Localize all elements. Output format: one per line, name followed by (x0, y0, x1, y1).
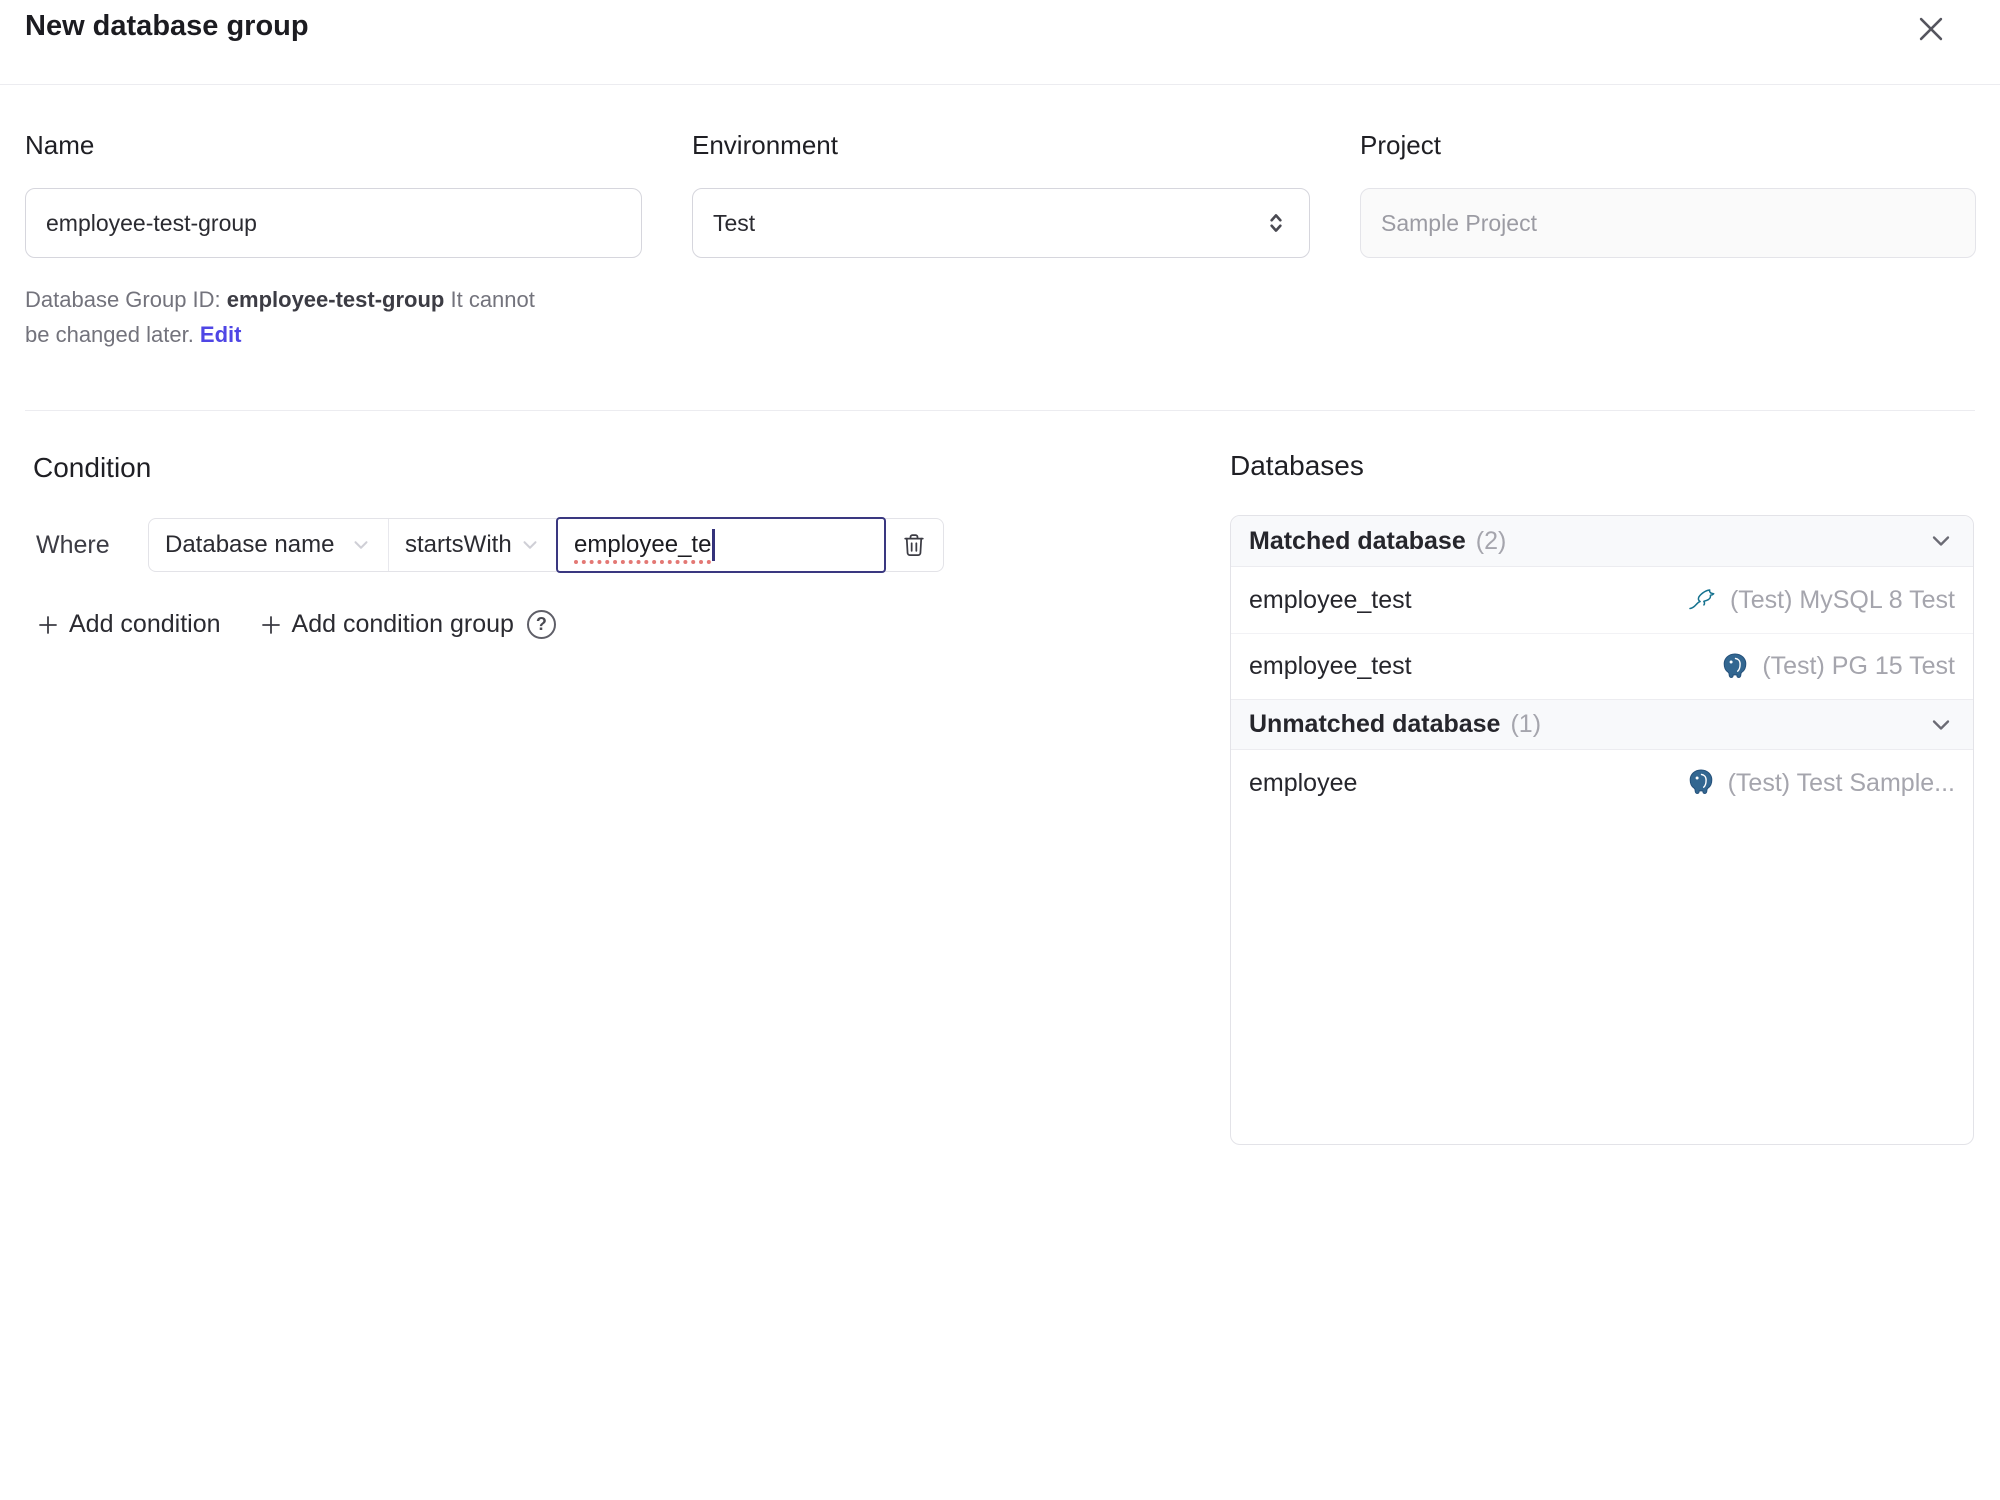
close-icon (1914, 12, 1948, 46)
project-field-group: Project Sample Project (1360, 130, 1976, 258)
condition-row: Where Database name startsWith employee_… (36, 517, 944, 573)
chevron-down-icon (1927, 527, 1955, 555)
postgresql-icon (1689, 769, 1712, 795)
trash-icon (900, 530, 928, 560)
matched-database-section-header[interactable]: Matched database (2) (1231, 516, 1973, 567)
databases-heading: Databases (1230, 450, 1364, 481)
plus-icon (36, 613, 60, 637)
condition-actions: Add condition Add condition group ? (36, 610, 556, 639)
header-divider (0, 84, 2000, 85)
name-input[interactable]: employee-test-group (25, 188, 642, 258)
environment-select-value: Test (713, 209, 756, 236)
plus-icon (259, 613, 283, 637)
database-row[interactable]: employee (Test) Test Sample... (1231, 750, 1973, 816)
close-button[interactable] (1912, 10, 1950, 48)
chevron-down-icon (350, 534, 372, 556)
name-label: Name (25, 130, 95, 160)
database-name: employee (1249, 768, 1358, 797)
database-row[interactable]: employee_test (Test) PG 15 Test (1231, 633, 1973, 699)
condition-heading: Condition (33, 452, 152, 483)
unmatched-database-count: (1) (1510, 710, 1542, 738)
environment-label: Environment (692, 130, 838, 160)
database-group-id-hint: Database Group ID: employee-test-group I… (25, 282, 537, 352)
matched-database-title: Matched database (1249, 526, 1466, 555)
postgresql-icon (1724, 652, 1747, 678)
add-condition-group-button[interactable]: Add condition group ? (259, 610, 556, 639)
form-row: Name employee-test-group Environment Tes… (25, 130, 1978, 258)
condition-value-text: employee_te (574, 531, 712, 558)
hint-prefix: Database Group ID: (25, 287, 227, 312)
condition-factor-value: Database name (165, 531, 335, 558)
database-instance-label: (Test) PG 15 Test (1762, 652, 1955, 680)
mysql-icon (1689, 589, 1715, 610)
select-arrows-icon (1263, 208, 1289, 238)
name-input-value: employee-test-group (46, 209, 257, 236)
project-input: Sample Project (1360, 188, 1976, 258)
add-condition-label: Add condition (69, 610, 221, 638)
add-condition-group-label: Add condition group (291, 610, 514, 638)
condition-factor-select[interactable]: Database name (149, 519, 389, 571)
database-row[interactable]: employee_test (Test) MySQL 8 Test (1231, 567, 1973, 633)
project-label: Project (1360, 130, 1441, 160)
matched-database-count: (2) (1475, 526, 1507, 555)
dialog-title: New database group (25, 10, 309, 42)
database-name: employee_test (1249, 652, 1412, 680)
database-instance-label: (Test) MySQL 8 Test (1729, 585, 1955, 614)
condition-value-input[interactable]: employee_te (556, 517, 886, 573)
chevron-down-icon (1927, 711, 1955, 739)
project-input-value: Sample Project (1381, 209, 1537, 236)
database-instance: (Test) MySQL 8 Test (1687, 584, 1955, 616)
condition-expression-group: Database name startsWith employee_te (148, 517, 944, 573)
condition-operator-select[interactable]: startsWith (389, 519, 557, 571)
where-label: Where (36, 530, 110, 559)
unmatched-database-section-header[interactable]: Unmatched database (1) (1231, 699, 1973, 750)
add-condition-button[interactable]: Add condition (36, 610, 221, 639)
name-field-group: Name employee-test-group (25, 130, 642, 258)
help-icon[interactable]: ? (526, 610, 556, 639)
delete-condition-button[interactable] (885, 519, 943, 571)
unmatched-database-title: Unmatched database (1249, 710, 1501, 738)
chevron-down-icon (519, 534, 541, 556)
database-instance: (Test) Test Sample... (1685, 767, 1955, 799)
database-instance: (Test) PG 15 Test (1719, 651, 1955, 683)
databases-panel: Matched database (2) employee_test (Test)… (1230, 515, 1974, 1145)
section-divider (25, 410, 1975, 411)
text-caret (712, 529, 715, 561)
condition-operator-value: startsWith (405, 531, 512, 558)
database-instance-label: (Test) Test Sample... (1727, 768, 1955, 797)
new-database-group-dialog: New database group Name employee-test-gr… (0, 0, 2000, 1500)
environment-select[interactable]: Test (692, 188, 1310, 258)
edit-id-link[interactable]: Edit (200, 322, 242, 347)
database-name: employee_test (1249, 585, 1412, 614)
environment-field-group: Environment Test (692, 130, 1310, 258)
hint-id-value: employee-test-group (226, 287, 445, 312)
